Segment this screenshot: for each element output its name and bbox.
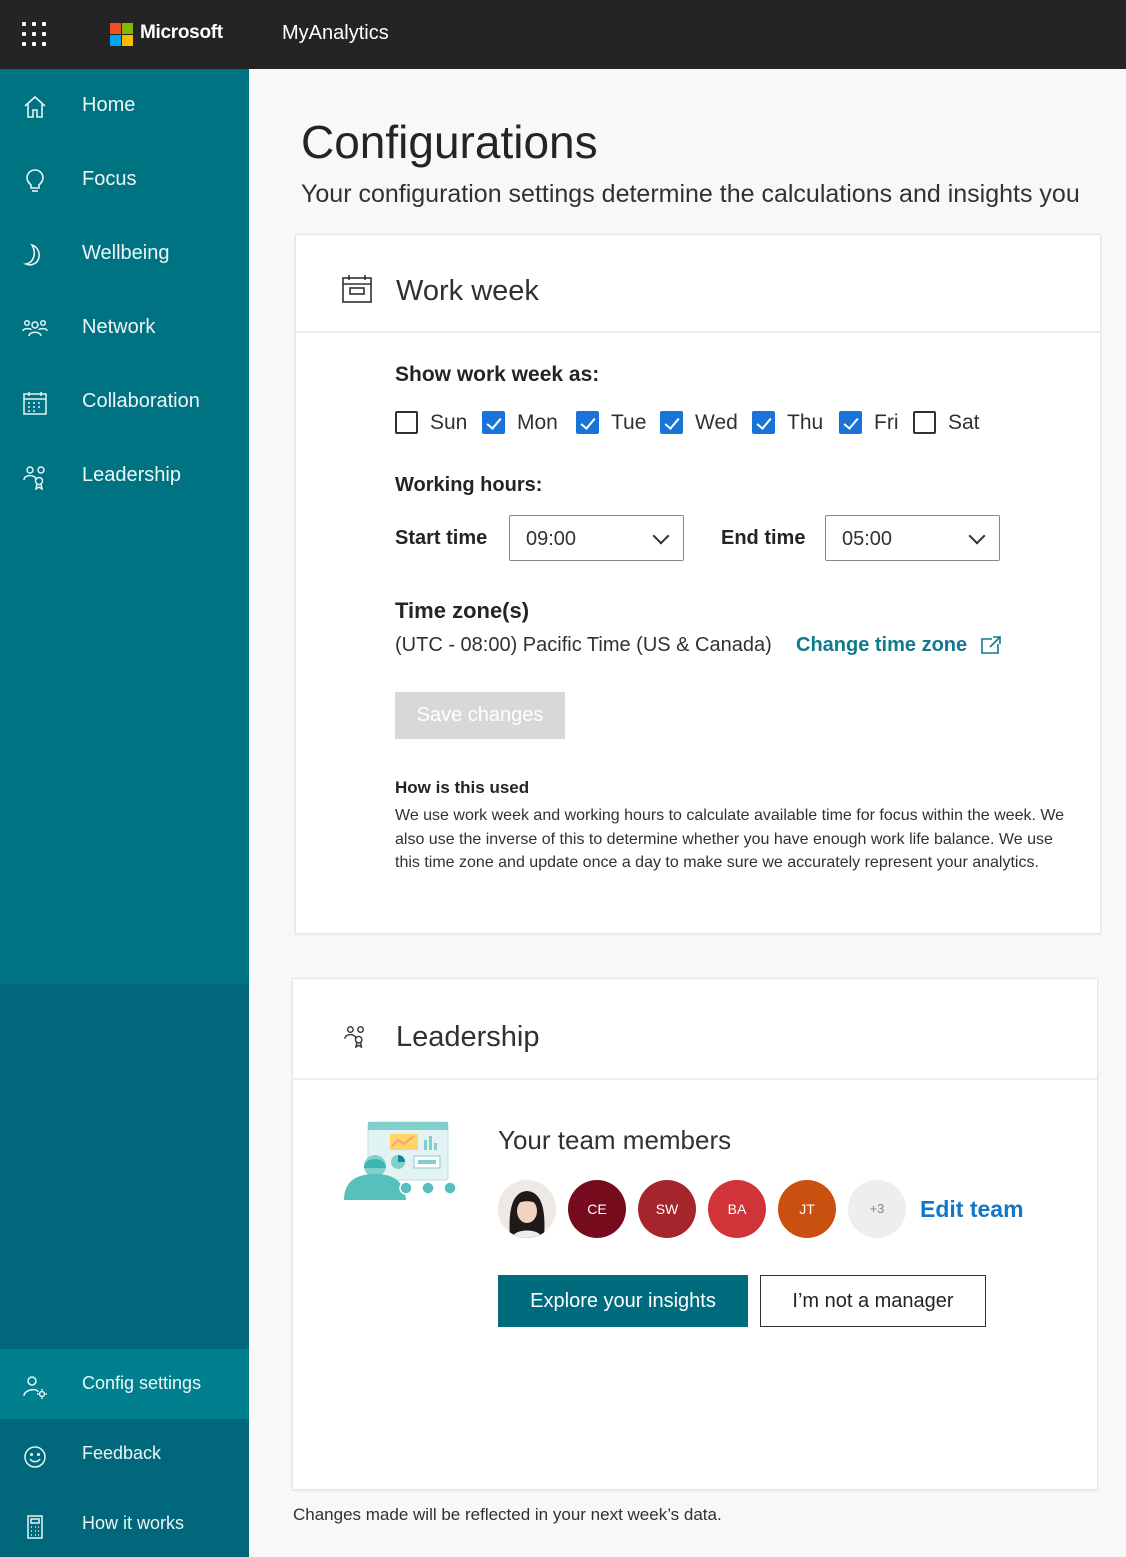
sidebar-item-label: Feedback	[82, 1443, 162, 1463]
show-work-week-label: Show work week as:	[395, 363, 600, 386]
sidebar-item-label: Home	[82, 94, 136, 116]
work-week-title: Work week	[396, 275, 539, 307]
calendar-icon	[342, 275, 372, 303]
page-subtitle: Your configuration settings determine th…	[301, 180, 1080, 208]
day-label: Sun	[430, 411, 468, 434]
checkbox-checked[interactable]	[839, 411, 862, 434]
person-photo-icon	[498, 1180, 556, 1238]
sidebar-item-label: How it works	[82, 1513, 185, 1533]
start-time-value: 09:00	[526, 528, 577, 550]
end-time-label: End time	[721, 527, 806, 549]
chevron-down-icon	[652, 527, 670, 545]
team-insights-illustration	[344, 1121, 457, 1200]
checkbox[interactable]	[395, 411, 418, 434]
microsoft-logo-icon	[110, 23, 133, 46]
sidebar-item-feedback[interactable]: Feedback	[0, 1419, 249, 1489]
calculator-icon	[27, 1515, 43, 1539]
page-title: Configurations	[301, 116, 598, 168]
network-icon	[22, 319, 48, 337]
leadership-card: Leadership	[292, 978, 1098, 1490]
sidebar-item-label: Config settings	[82, 1373, 202, 1393]
day-label: Fri	[874, 411, 899, 434]
leadership-title: Leadership	[396, 1021, 540, 1053]
time-zone-label: Time zone(s)	[395, 598, 530, 623]
start-time-label: Start time	[395, 527, 488, 549]
home-icon	[24, 95, 46, 118]
checkbox-checked[interactable]	[576, 411, 599, 434]
day-label: Thu	[787, 411, 824, 434]
day-label: Mon	[517, 411, 558, 434]
edit-team-link[interactable]: Edit team	[920, 1196, 1024, 1223]
moon-icon	[22, 243, 40, 266]
footnote: Changes made will be reflected in your n…	[293, 1505, 722, 1524]
working-hours-label: Working hours:	[395, 474, 543, 496]
calendar-grid-icon	[23, 392, 47, 415]
avatar-overflow-count[interactable]: +3	[848, 1180, 906, 1238]
checkbox-checked[interactable]	[752, 411, 775, 434]
sidebar-item-label: Focus	[82, 168, 137, 190]
sidebar-item-home[interactable]: Home	[0, 69, 249, 143]
sidebar-item-network[interactable]: Network	[0, 291, 249, 365]
team-members-title: Your team members	[498, 1125, 732, 1155]
day-label: Wed	[695, 411, 738, 434]
sidebar: Home Focus Wellbeing Network Collaborati…	[0, 69, 249, 1557]
sidebar-item-label: Leadership	[82, 464, 181, 486]
sidebar-item-how-it-works[interactable]: How it works	[0, 1489, 249, 1557]
explore-insights-button[interactable]: Explore your insights	[498, 1275, 748, 1327]
sidebar-item-label: Wellbeing	[82, 242, 170, 264]
external-link-icon[interactable]	[980, 635, 1002, 655]
smiley-icon	[24, 1446, 46, 1468]
avatar-jt[interactable]: JT	[778, 1180, 836, 1238]
checkbox[interactable]	[913, 411, 936, 434]
day-label: Tue	[611, 411, 647, 434]
sidebar-item-collaboration[interactable]: Collaboration	[0, 365, 249, 439]
not-a-manager-button[interactable]: I’m not a manager	[760, 1275, 986, 1327]
sidebar-item-label: Network	[82, 316, 156, 338]
leadership-icon	[23, 466, 45, 490]
lightbulb-icon	[26, 169, 44, 192]
chevron-down-icon	[968, 527, 986, 545]
avatar-photo[interactable]	[498, 1180, 556, 1238]
sidebar-item-label: Collaboration	[82, 390, 200, 412]
app-launcher-icon[interactable]	[22, 22, 46, 46]
app-name[interactable]: MyAnalytics	[282, 22, 389, 45]
avatar-ce[interactable]: CE	[568, 1180, 626, 1238]
end-time-value: 05:00	[842, 528, 893, 550]
avatar-sw[interactable]: SW	[638, 1180, 696, 1238]
leadership-icon	[344, 1026, 364, 1048]
checkbox-checked[interactable]	[660, 411, 683, 434]
day-label: Sat	[948, 411, 980, 434]
sidebar-item-focus[interactable]: Focus	[0, 143, 249, 217]
avatar-ba[interactable]: BA	[708, 1180, 766, 1238]
change-time-zone-link[interactable]: Change time zone	[796, 634, 967, 657]
time-zone-value: (UTC - 08:00) Pacific Time (US & Canada)	[395, 634, 772, 656]
how-used-body: We use work week and working hours to ca…	[395, 807, 1065, 871]
sidebar-item-config-settings[interactable]: Config settings	[0, 1349, 249, 1419]
sidebar-item-leadership[interactable]: Leadership	[0, 439, 249, 513]
work-week-card-header: Work week	[296, 235, 1100, 333]
start-time-select[interactable]: 09:00	[509, 515, 684, 561]
save-changes-button[interactable]: Save changes	[395, 692, 565, 739]
sidebar-item-wellbeing[interactable]: Wellbeing	[0, 217, 249, 291]
leadership-card-header: Leadership	[293, 979, 1097, 1080]
user-gear-icon	[23, 1376, 47, 1399]
end-time-select[interactable]: 05:00	[825, 515, 1000, 561]
brand-name: Microsoft	[140, 22, 223, 43]
top-bar: Microsoft MyAnalytics	[0, 0, 1126, 69]
how-used-title: How is this used	[395, 778, 530, 797]
checkbox-checked[interactable]	[482, 411, 505, 434]
